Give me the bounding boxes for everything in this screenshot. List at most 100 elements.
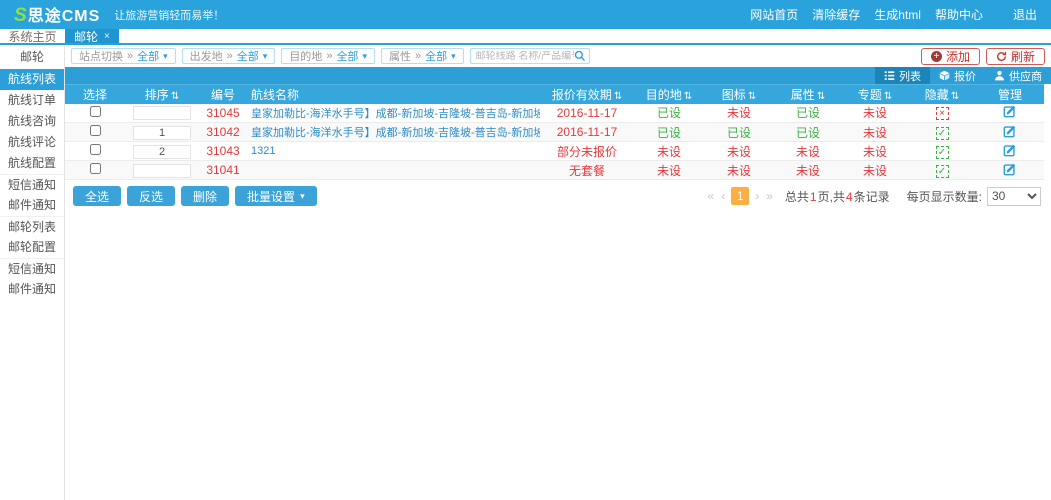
sidebar-item-route-inquiries[interactable]: 航线咨询 [0,111,64,132]
filter-destination[interactable]: 目的地 » 全部 ▾ [281,48,375,64]
topic-status: 未设 [863,126,887,140]
sidebar-item-route-orders[interactable]: 航线订单 [0,90,64,111]
sidebar-item-route-list[interactable]: 航线列表 [0,69,64,90]
filter-site-switch[interactable]: 站点切换 » 全部 ▾ [71,48,176,64]
view-tab-quotes[interactable]: 报价 [930,67,985,84]
sidebar-item-route-comments[interactable]: 航线评论 [0,132,64,153]
col-route-name: 航线名称 [247,85,540,104]
select-all-button[interactable]: 全选 [73,186,121,206]
filter-departure[interactable]: 出发地 » 全部 ▾ [182,48,276,64]
sidebar-item-sms-notify-2[interactable]: 短信通知 [0,258,64,279]
col-attribute[interactable]: 属性⇅ [774,85,842,104]
sort-order-input[interactable] [133,145,191,159]
col-topic[interactable]: 专题⇅ [842,85,908,104]
route-name-link[interactable]: 皇家加勒比-海洋水手号】成都-新加坡-吉隆坡-普吉岛-新加坡-成都 5晚6日游 [251,108,540,120]
per-page-select[interactable]: 30 [987,187,1041,206]
sort-icon: ⇅ [817,91,825,102]
close-icon[interactable]: × [104,31,110,42]
edit-button[interactable] [1003,104,1017,118]
sort-order-input[interactable] [133,164,191,178]
topic-status: 未设 [863,145,887,159]
nav-generate-html[interactable]: 生成html [874,6,921,23]
filter-label: 属性 [389,48,411,64]
attribute-status: 未设 [796,145,820,159]
nav-clear-cache[interactable]: 清除缓存 [812,6,860,23]
edit-pencil-icon [1003,124,1017,138]
col-quote-validity[interactable]: 报价有效期⇅ [540,85,634,104]
add-button[interactable]: + 添加 [921,48,980,65]
col-destination[interactable]: 目的地⇅ [634,85,704,104]
table-header-row: 选择 排序⇅ 编号 航线名称 报价有效期⇅ 目的地⇅ 图标⇅ 属性⇅ 专题⇅ 隐… [65,85,1044,104]
route-code: 31045 [206,106,239,120]
search-input[interactable] [476,51,574,62]
row-select-checkbox[interactable] [90,144,101,155]
col-icon[interactable]: 图标⇅ [704,85,774,104]
sort-order-input[interactable] [133,126,191,140]
hidden-toggle-icon[interactable]: ✓ [936,165,949,178]
route-name-link[interactable]: 皇家加勒比-海洋水手号】成都-新加坡-吉隆坡-普吉岛-新加坡-成都 5晚6日游 [251,127,540,139]
route-code: 31043 [206,144,239,158]
destination-status: 已设 [657,126,681,140]
destination-status: 已设 [657,106,681,120]
sort-icon: ⇅ [884,91,892,102]
table-row: 31041 无套餐 未设 未设 未设 未设 ✓ [65,161,1044,180]
routes-table: 选择 排序⇅ 编号 航线名称 报价有效期⇅ 目的地⇅ 图标⇅ 属性⇅ 专题⇅ 隐… [65,84,1044,180]
tab-cruise[interactable]: 邮轮 × [65,29,119,43]
hidden-toggle-icon[interactable]: ✓ [936,127,949,140]
filter-value: 全部 [425,48,447,64]
batch-settings-button[interactable]: 批量设置 ▾ [235,186,317,206]
nav-site-home[interactable]: 网站首页 [750,6,798,23]
tagline: 让旅游营销轻而易举！ [114,7,224,23]
edit-button[interactable] [1003,143,1017,157]
delete-button[interactable]: 删除 [181,186,229,206]
chevron-down-icon: ▾ [263,51,268,62]
route-name-link[interactable]: 1321 [251,145,275,157]
next-page-icon[interactable]: › [754,189,760,203]
hidden-toggle-icon[interactable]: × [936,107,949,120]
nav-logout[interactable]: 退出 [1013,6,1037,23]
pagination-summary: 总共1页,共4条记录 [785,188,890,205]
content-area: 站点切换 » 全部 ▾ 出发地 » 全部 ▾ 目的地 » 全部 ▾ [65,45,1051,500]
invert-selection-button[interactable]: 反选 [127,186,175,206]
table-row: 31045 皇家加勒比-海洋水手号】成都-新加坡-吉隆坡-普吉岛-新加坡-成都 … [65,104,1044,123]
edit-pencil-icon [1003,162,1017,176]
edit-button[interactable] [1003,124,1017,138]
sidebar-item-email-notify-1[interactable]: 邮件通知 [0,195,64,216]
edit-pencil-icon [1003,104,1017,118]
row-select-checkbox[interactable] [90,106,101,117]
hidden-toggle-icon[interactable]: ✓ [936,146,949,159]
col-hidden[interactable]: 隐藏⇅ [908,85,976,104]
view-tab-suppliers[interactable]: 供应商 [985,67,1051,84]
tab-system-home[interactable]: 系统主页 [0,29,65,43]
sidebar-item-email-notify-2[interactable]: 邮件通知 [0,279,64,300]
row-select-checkbox[interactable] [90,125,101,136]
row-select-checkbox[interactable] [90,163,101,174]
sidebar-item-route-config[interactable]: 航线配置 [0,153,64,174]
plus-circle-icon: + [931,51,942,62]
last-page-icon[interactable]: » [765,189,774,203]
separator: » [127,50,133,62]
per-page-control: 每页显示数量: 30 [907,187,1041,206]
batch-settings-label: 批量设置 [247,188,295,205]
edit-button[interactable] [1003,162,1017,176]
chevron-down-icon: ▾ [451,51,456,62]
refresh-button[interactable]: 刷新 [986,48,1045,65]
prev-page-icon[interactable]: ‹ [720,189,726,203]
nav-help-center[interactable]: 帮助中心 [935,6,983,23]
route-code: 31042 [206,125,239,139]
chevron-down-icon: ▾ [362,51,367,62]
table-row: 31042 皇家加勒比-海洋水手号】成都-新加坡-吉隆坡-普吉岛-新加坡-成都 … [65,123,1044,142]
sidebar-item-cruise-list[interactable]: 邮轮列表 [0,216,64,237]
person-icon [994,70,1005,81]
filter-attribute[interactable]: 属性 » 全部 ▾ [381,48,464,64]
sidebar-item-sms-notify-1[interactable]: 短信通知 [0,174,64,195]
col-sort[interactable]: 排序⇅ [125,85,199,104]
view-tab-list[interactable]: 列表 [875,67,930,84]
filter-label: 站点切换 [79,48,123,64]
pagination: « ‹ 1 › » 总共1页,共4条记录 每页显示数量: 30 [707,187,1041,206]
first-page-icon[interactable]: « [707,189,716,203]
sort-order-input[interactable] [133,106,191,120]
current-page[interactable]: 1 [731,187,749,205]
search-icon[interactable] [574,50,586,62]
sidebar-item-cruise-config[interactable]: 邮轮配置 [0,237,64,258]
